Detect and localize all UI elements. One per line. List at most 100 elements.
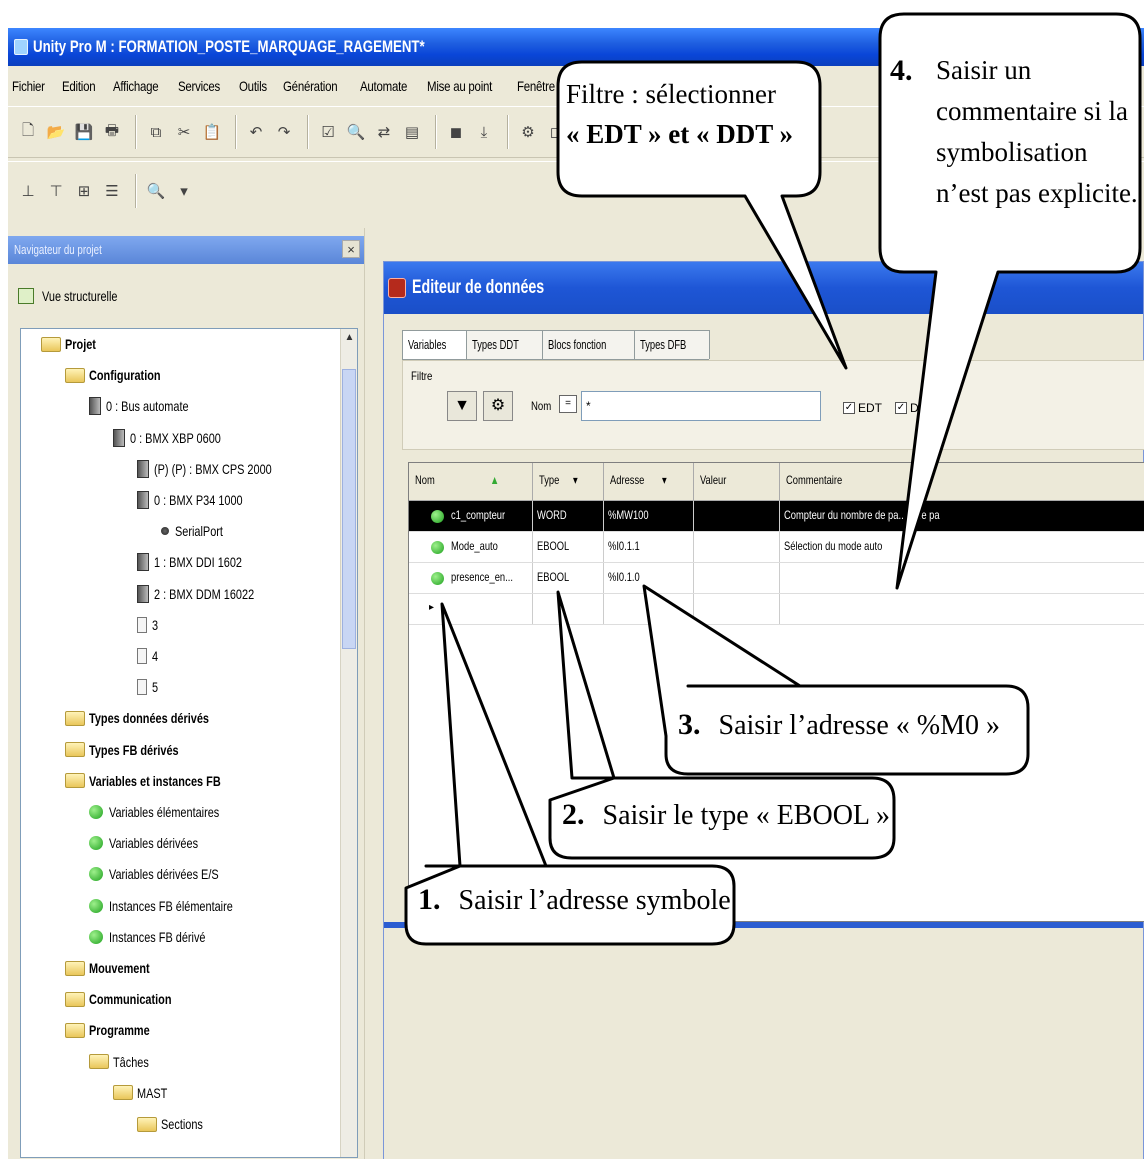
menu-item[interactable]: Fichier (12, 78, 45, 94)
tree-item[interactable]: 2 : BMX DDM 16022 (137, 581, 282, 607)
menu-item[interactable]: Fenêtre (517, 78, 555, 94)
tree-item[interactable]: Variables élémentaires (89, 799, 250, 825)
find-icon[interactable]: 🔍 (344, 120, 368, 144)
table-cell-value[interactable] (694, 532, 780, 562)
table-cell-comment[interactable]: Compteur du nombre de pa... s de pa (780, 501, 1144, 531)
table-cell-address[interactable]: %I0.1.0 (604, 563, 694, 593)
panel-splitter[interactable] (364, 228, 380, 1159)
stop-icon[interactable]: ◻ (544, 120, 568, 144)
menu-item[interactable]: Génération (283, 78, 338, 94)
structural-view-label[interactable]: Vue structurelle (18, 276, 139, 316)
tree-item[interactable]: Types FB dérivés (65, 737, 204, 763)
column-header-comment[interactable]: Commentaire (780, 463, 1144, 500)
tree-item[interactable]: 4 (137, 643, 160, 669)
tree-item[interactable]: Types données dérivés (65, 705, 243, 731)
tree-item[interactable]: SerialPort (161, 518, 236, 544)
tree-item[interactable]: Variables dérivées E/S (89, 861, 250, 887)
tree-item[interactable]: MAST (113, 1080, 176, 1106)
tree-item[interactable]: 3 (137, 612, 160, 638)
table-cell-address[interactable]: %I0.1.1 (604, 532, 694, 562)
new-file-icon[interactable]: 🗋 (16, 120, 40, 144)
empty-cell[interactable] (409, 594, 533, 624)
edt-checkbox[interactable]: ✓ EDT (843, 401, 882, 415)
tree-icon[interactable]: ⊤ (44, 179, 68, 203)
menu-item[interactable]: Outils (239, 78, 267, 94)
cut-icon[interactable]: ✂ (172, 120, 196, 144)
tree-item[interactable]: Programme (65, 1017, 167, 1043)
table-cell-name[interactable]: c1_compteur (447, 501, 533, 531)
table-cell-name[interactable]: Mode_auto (447, 532, 533, 562)
open-folder-icon[interactable]: 📂 (44, 120, 68, 144)
column-header-name[interactable]: Nom ▲ (409, 463, 533, 500)
filter-settings-icon[interactable]: ⚙ (483, 391, 513, 421)
menu-item[interactable]: Edition (62, 78, 96, 94)
menu-item[interactable]: Mise au point (427, 78, 492, 94)
tree-item[interactable]: Tâches (89, 1049, 159, 1075)
tree-item[interactable]: 5 (137, 674, 160, 700)
new-entry-row[interactable]: ▸ (409, 594, 1144, 625)
list-icon[interactable]: ☰ (100, 179, 124, 203)
table-icon[interactable]: ⊞ (72, 179, 96, 203)
tab-types-ddt[interactable]: Types DDT (466, 330, 544, 359)
replace-icon[interactable]: ⇄ (372, 120, 396, 144)
table-cell-value[interactable] (694, 563, 780, 593)
table-cell-comment[interactable]: Sélection du mode auto (780, 532, 1144, 562)
tree-item[interactable]: 1 : BMX DDI 1602 (137, 549, 267, 575)
empty-cell[interactable] (604, 594, 694, 624)
table-cell-value[interactable] (694, 501, 780, 531)
name-filter-dropdown[interactable]: = (559, 395, 577, 413)
column-header-value[interactable]: Valeur (694, 463, 780, 500)
build-icon[interactable]: ⚙ (516, 120, 540, 144)
tree-scrollbar[interactable]: ▲ (340, 329, 357, 1157)
redo-icon[interactable]: ↷ (272, 120, 296, 144)
tree-item[interactable]: Configuration (65, 362, 181, 388)
table-cell-type[interactable]: EBOOL (533, 563, 604, 593)
table-cell-name[interactable]: presence_en... (447, 563, 533, 593)
column-header-address[interactable]: Adresse ▾ (604, 463, 694, 500)
module-icon[interactable]: ◼ (444, 120, 468, 144)
tree-item[interactable]: Variables dérivées (89, 830, 223, 856)
scroll-thumb[interactable] (342, 369, 356, 649)
undo-icon[interactable]: ↶ (244, 120, 268, 144)
scroll-up-icon[interactable]: ▲ (341, 329, 357, 346)
download-icon[interactable]: ⤓ (472, 120, 496, 144)
check-icon[interactable]: ☑ (316, 120, 340, 144)
table-row[interactable]: Mode_auto EBOOL %I0.1.1 Sélection du mode a… (409, 532, 1144, 563)
column-header-type[interactable]: Type ▾ (533, 463, 604, 500)
tree-item[interactable]: Variables et instances FB (65, 768, 258, 794)
name-filter-input[interactable] (581, 391, 821, 421)
table-row[interactable]: c1_compteur WORD %MW100 Compteur du nombre … (409, 501, 1144, 532)
tree-item[interactable]: Projet (41, 331, 105, 357)
empty-cell[interactable] (780, 594, 1144, 624)
menu-item[interactable]: Automate (360, 78, 407, 94)
tree-item[interactable]: Instances FB dérivé (89, 924, 233, 950)
tree-item[interactable]: Communication (65, 986, 195, 1012)
empty-cell[interactable] (533, 594, 604, 624)
tab-variables[interactable]: Variables (402, 330, 468, 359)
tree-item[interactable]: 0 : Bus automate (89, 393, 212, 419)
tree-item[interactable]: Sections (137, 1111, 215, 1137)
structure-icon[interactable]: ⊥ (16, 179, 40, 203)
chevron-down-icon[interactable]: ▾ (172, 179, 196, 203)
print-icon[interactable]: 🖶 (100, 120, 124, 144)
table-cell-comment[interactable] (780, 563, 1144, 593)
tree-item[interactable]: (P) (P) : BMX CPS 2000 (137, 456, 305, 482)
save-icon[interactable]: 💾 (72, 120, 96, 144)
menu-item[interactable]: Services (178, 78, 220, 94)
zoom-icon[interactable]: 🔍 (144, 179, 168, 203)
close-icon[interactable]: × (342, 240, 360, 258)
tree-item[interactable]: 0 : BMX XBP 0600 (113, 425, 246, 451)
project-tree[interactable]: ▲ Projet Configuration 0 : Bus automate 0 :… (20, 328, 358, 1158)
tab-function-blocks[interactable]: Blocs fonction (542, 330, 636, 359)
tree-item[interactable]: 0 : BMX P34 1000 (137, 487, 268, 513)
table-cell-address[interactable]: %MW100 (604, 501, 694, 531)
properties-icon[interactable]: ▤ (400, 120, 424, 144)
table-cell-type[interactable]: WORD (533, 501, 604, 531)
table-row[interactable]: presence_en... EBOOL %I0.1.0 (409, 563, 1144, 594)
tab-types-dfb[interactable]: Types DFB (634, 330, 711, 359)
table-cell-type[interactable]: EBOOL (533, 532, 604, 562)
menu-item[interactable]: Affichage (113, 78, 159, 94)
empty-cell[interactable] (694, 594, 780, 624)
ddt-checkbox[interactable]: ✓ D (895, 401, 919, 415)
tree-item[interactable]: Instances FB élémentaire (89, 893, 268, 919)
